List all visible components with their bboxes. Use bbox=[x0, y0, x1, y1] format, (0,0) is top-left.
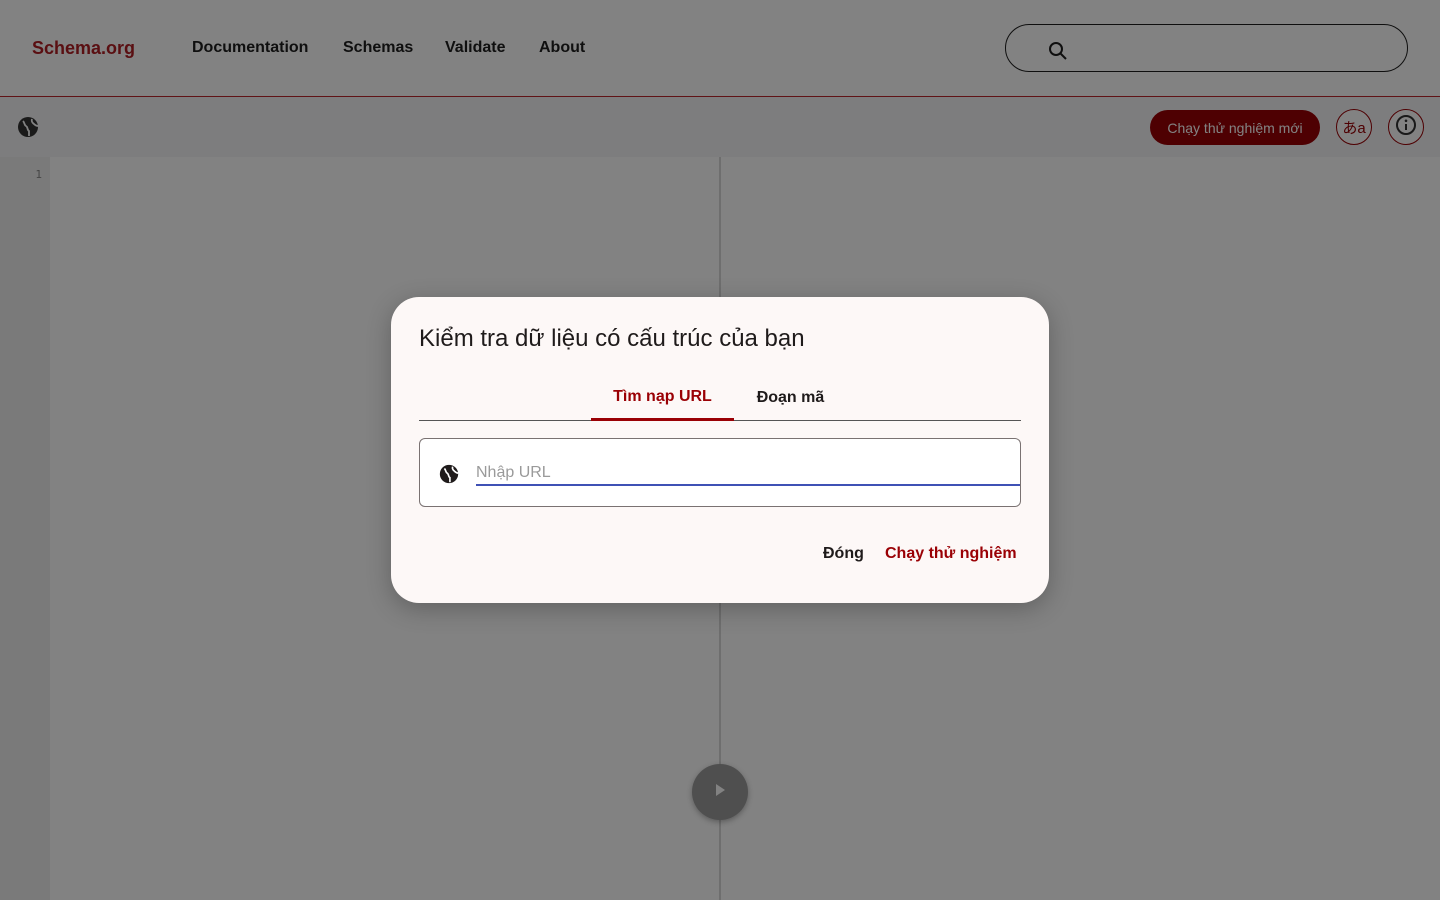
globe-icon bbox=[438, 463, 460, 490]
dialog-tabs: Tìm nạp URL Đoạn mã bbox=[419, 375, 1021, 421]
dialog-title: Kiểm tra dữ liệu có cấu trúc của bạn bbox=[419, 325, 805, 352]
close-button[interactable]: Đóng bbox=[823, 545, 864, 563]
run-test-button[interactable]: Chạy thử nghiệm bbox=[885, 545, 1017, 563]
tab-fetch-url[interactable]: Tìm nạp URL bbox=[591, 375, 734, 421]
tab-code-snippet[interactable]: Đoạn mã bbox=[734, 375, 847, 421]
url-field[interactable] bbox=[419, 438, 1021, 507]
url-input[interactable] bbox=[476, 462, 1020, 486]
test-dialog: Kiểm tra dữ liệu có cấu trúc của bạn Tìm… bbox=[391, 297, 1049, 603]
